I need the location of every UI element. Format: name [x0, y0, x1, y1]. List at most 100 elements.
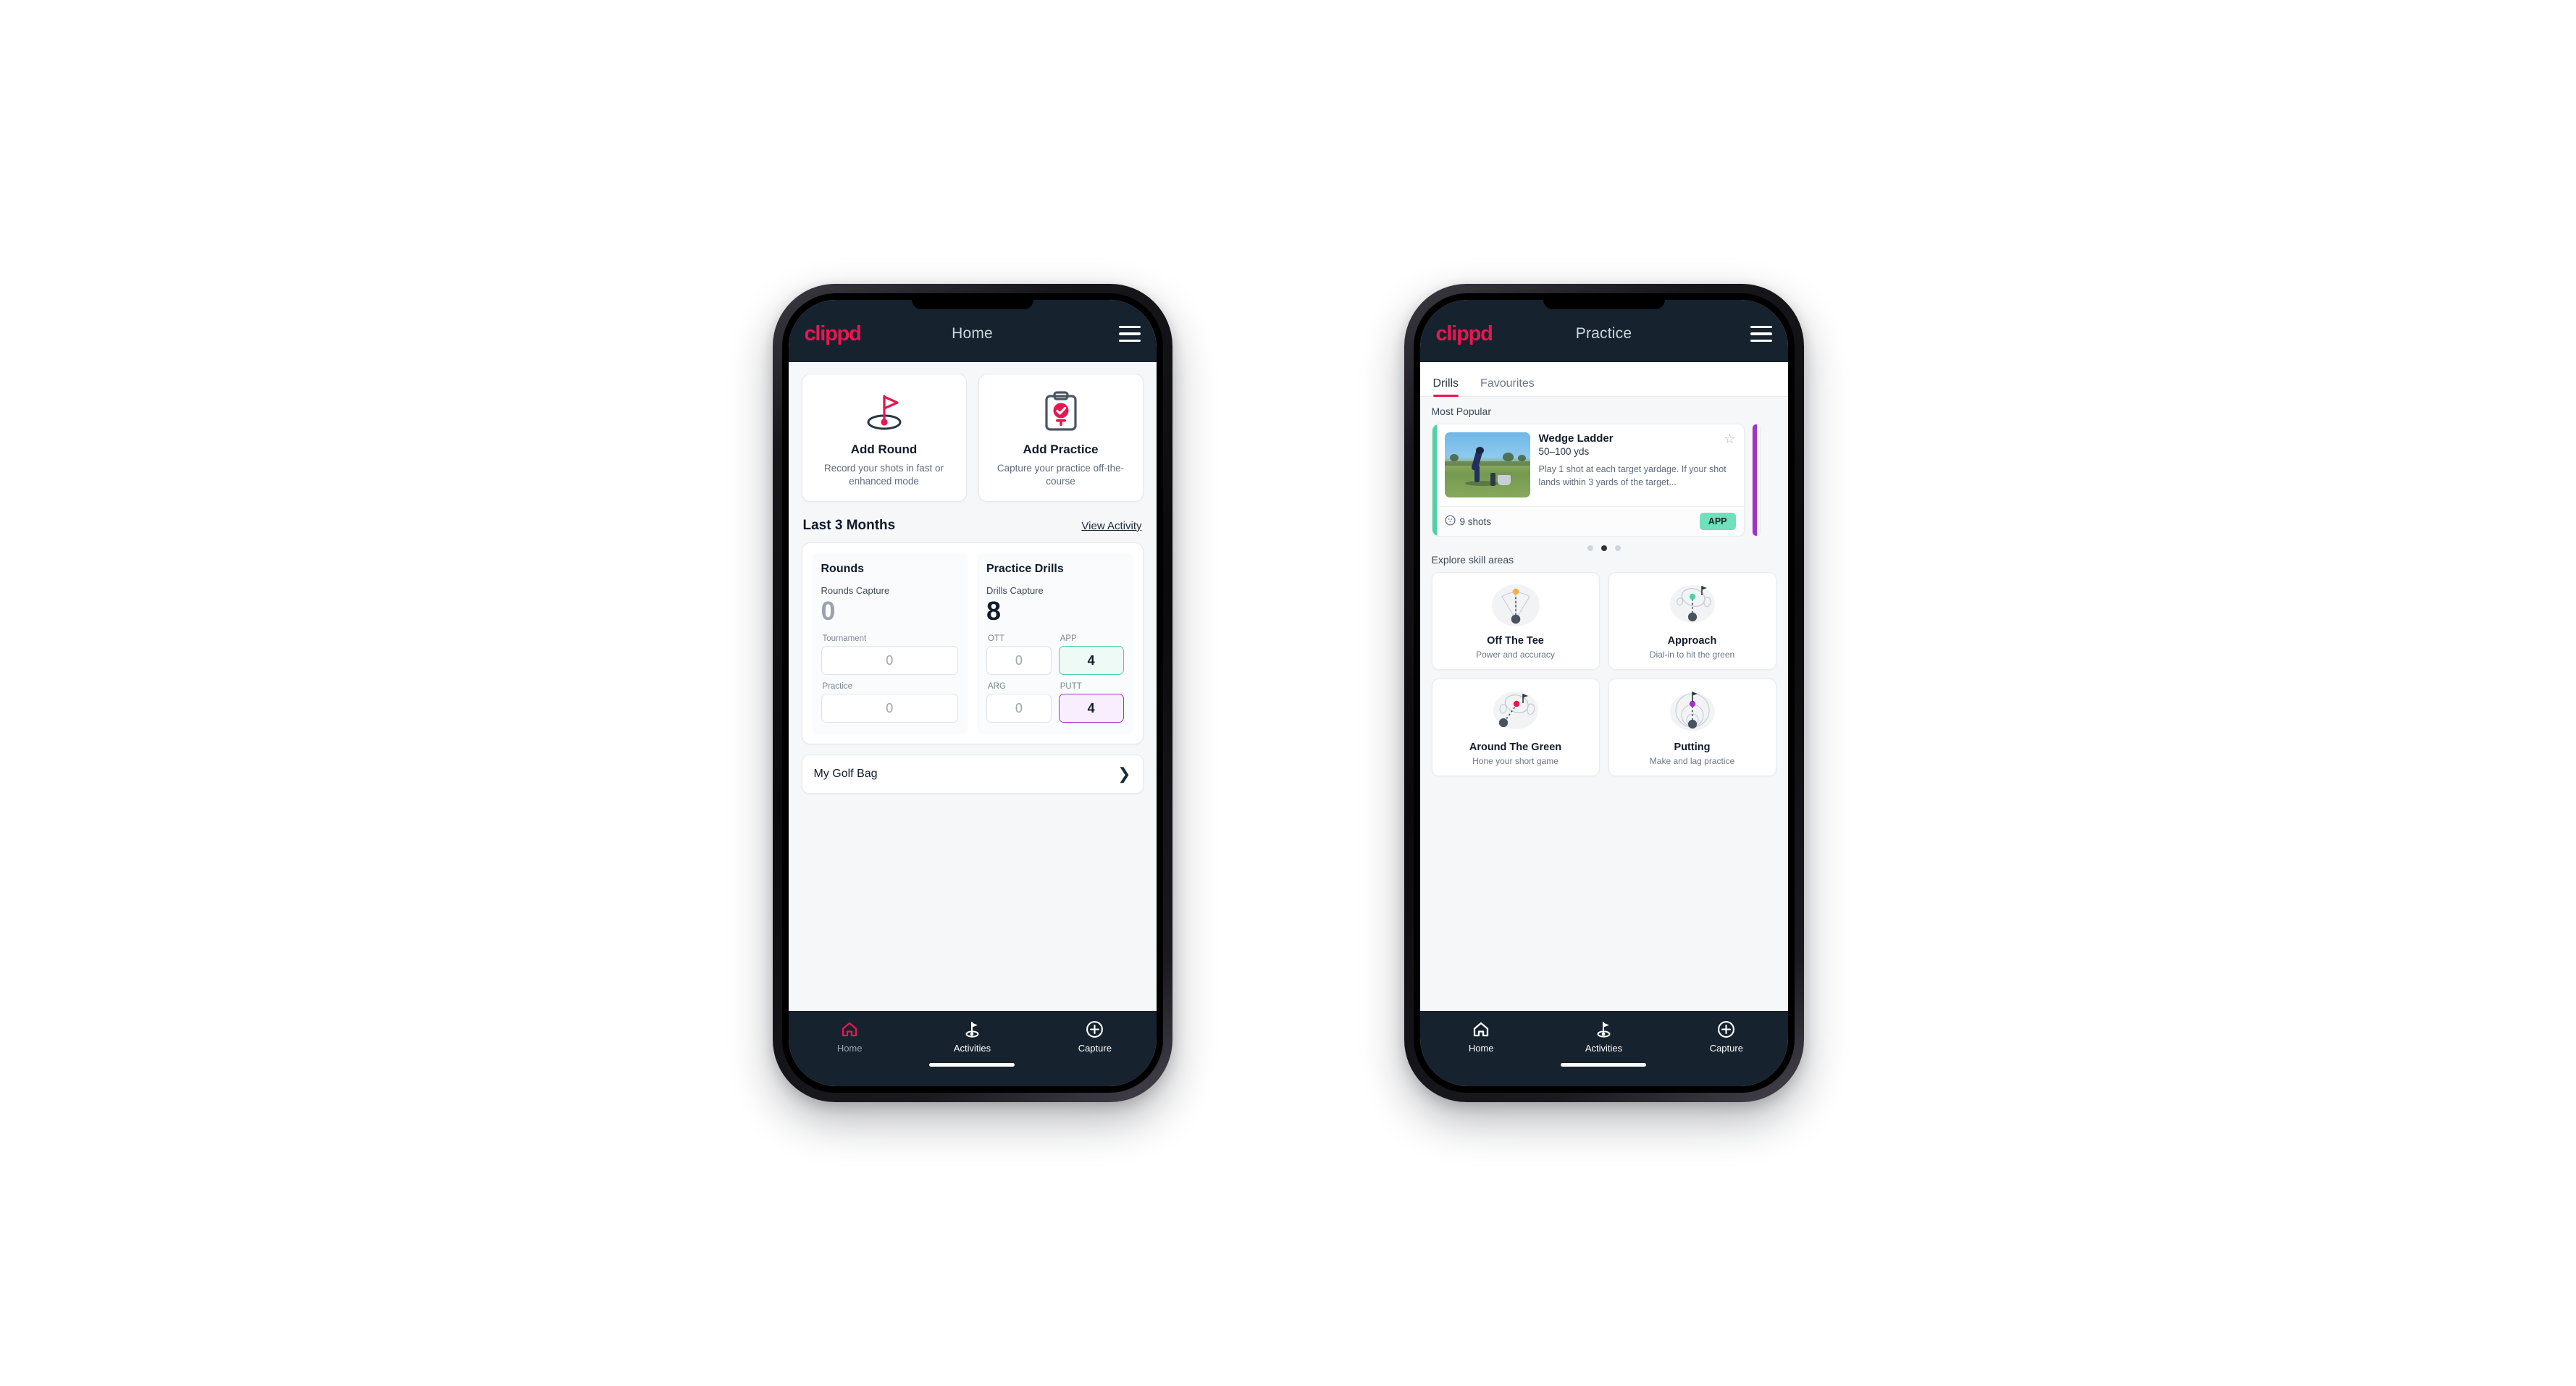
- nav-home[interactable]: Home: [789, 1020, 911, 1054]
- add-practice-subtitle: Capture your practice off-the-course: [997, 463, 1125, 487]
- drill-carousel[interactable]: Wedge Ladder 50–100 yds ☆ Play 1 shot at…: [1431, 424, 1776, 537]
- phone-practice-screen: clippd Practice Drills Favourites Most P…: [1419, 300, 1788, 1086]
- skill-card-putting[interactable]: Putting Make and lag practice: [1608, 679, 1776, 776]
- skill-areas-grid: Off The Tee Power and accuracy Approach …: [1431, 572, 1776, 776]
- nav-home[interactable]: Home: [1420, 1020, 1543, 1054]
- next-drill-accent-bar: [1752, 424, 1757, 536]
- view-activity-link[interactable]: View Activity: [1081, 520, 1141, 532]
- practice-content: Most Popular Wedge Ladder 50–100 yds ☆ P…: [1419, 397, 1788, 1011]
- stats-card: Rounds Rounds Capture 0 Tournament 0 Pra…: [801, 542, 1144, 745]
- most-popular-heading: Most Popular: [1431, 406, 1491, 417]
- skill-card-off-the-tee[interactable]: Off The Tee Power and accuracy: [1431, 572, 1600, 670]
- add-round-title: Add Round: [850, 442, 918, 456]
- skill-subtitle: Make and lag practice: [1649, 756, 1735, 766]
- clipboard-check-tee-icon: [988, 389, 1134, 434]
- carousel-dot-active[interactable]: [1600, 545, 1607, 551]
- carousel-dot[interactable]: [1587, 545, 1593, 551]
- drill-footer: 9 shots APP: [1436, 506, 1744, 536]
- last-3-months-header: Last 3 Months View Activity: [803, 518, 1142, 534]
- drill-yardage: 50–100 yds: [1538, 446, 1590, 457]
- putt-value[interactable]: 4: [1058, 694, 1124, 723]
- golf-flag-icon: [911, 1020, 1033, 1038]
- tournament-value[interactable]: 0: [821, 646, 958, 676]
- plus-circle-icon: [1665, 1020, 1787, 1038]
- star-outline-icon[interactable]: ☆: [1724, 432, 1735, 445]
- off-the-tee-fan-icon: [1438, 581, 1593, 629]
- drill-card-next-peek[interactable]: [1751, 424, 1761, 537]
- add-round-card[interactable]: Add Round Record your shots in fast or e…: [801, 374, 967, 502]
- golf-ball-icon: [1444, 515, 1456, 528]
- tab-favourites[interactable]: Favourites: [1480, 377, 1545, 396]
- nav-home-label: Home: [1468, 1043, 1494, 1054]
- skill-title: Around The Green: [1469, 742, 1562, 753]
- app-value[interactable]: 4: [1058, 646, 1124, 676]
- drills-capture-value: 8: [986, 595, 1002, 626]
- screenshot-canvas: clippd Home Add Round Record your shots …: [0, 0, 2576, 1386]
- arg-value[interactable]: 0: [986, 694, 1052, 723]
- chevron-right-icon: ❯: [1117, 765, 1131, 784]
- ott-label: OTT: [988, 634, 1004, 644]
- home-content: Add Round Record your shots in fast or e…: [788, 362, 1157, 1011]
- drill-thumbnail: [1444, 432, 1530, 497]
- golf-flag-pin-icon: [811, 389, 957, 434]
- approach-green-icon: [1615, 581, 1770, 629]
- phone-practice-bezel: clippd Practice Drills Favourites Most P…: [1413, 293, 1795, 1093]
- nav-activities[interactable]: Activities: [911, 1020, 1033, 1067]
- home-icon: [1420, 1020, 1543, 1038]
- skill-areas-heading: Explore skill areas: [1431, 554, 1514, 566]
- add-practice-title: Add Practice: [1023, 442, 1099, 456]
- practice-bottom-nav: Home Activities Capture: [1419, 1011, 1788, 1086]
- practice-value[interactable]: 0: [821, 694, 958, 723]
- nav-capture[interactable]: Capture: [1665, 1020, 1787, 1054]
- phone-notch: [911, 300, 1033, 309]
- carousel-dot[interactable]: [1614, 545, 1621, 551]
- skill-subtitle: Dial-in to hit the green: [1649, 650, 1735, 660]
- drill-shots: 9 shots: [1444, 515, 1492, 528]
- arg-label: ARG: [988, 682, 1006, 692]
- nav-activities-label: Activities: [953, 1043, 991, 1054]
- phone-home: clippd Home Add Round Record your shots …: [772, 284, 1172, 1102]
- add-round-subtitle: Record your shots in fast or enhanced mo…: [823, 463, 944, 487]
- drill-card-wedge-ladder[interactable]: Wedge Ladder 50–100 yds ☆ Play 1 shot at…: [1431, 424, 1745, 537]
- tournament-label: Tournament: [822, 634, 867, 644]
- nav-home-label: Home: [836, 1043, 863, 1054]
- nav-capture-label: Capture: [1709, 1043, 1743, 1054]
- section-title: Last 3 Months: [802, 517, 896, 533]
- tab-drills[interactable]: Drills: [1432, 377, 1469, 397]
- practice-label: Practice: [822, 682, 853, 692]
- skill-card-around-the-green[interactable]: Around The Green Hone your short game: [1431, 679, 1600, 776]
- drill-shots-label: 9 shots: [1459, 516, 1492, 527]
- phone-home-bezel: clippd Home Add Round Record your shots …: [781, 293, 1163, 1093]
- clippd-logo[interactable]: clippd: [805, 318, 862, 345]
- golf-flag-icon: [1543, 1020, 1665, 1038]
- nav-active-underline: [929, 1063, 1015, 1067]
- putting-rings-icon: [1615, 688, 1770, 736]
- phone-home-screen: clippd Home Add Round Record your shots …: [788, 300, 1157, 1086]
- hamburger-icon[interactable]: [1118, 326, 1141, 342]
- nav-active-underline: [1561, 1063, 1647, 1067]
- drill-skill-badge: APP: [1699, 513, 1736, 530]
- app-label: APP: [1060, 634, 1077, 644]
- my-golf-bag-label: My Golf Bag: [813, 768, 878, 781]
- nav-capture[interactable]: Capture: [1033, 1020, 1156, 1054]
- phone-notch: [1543, 300, 1665, 309]
- ott-value[interactable]: 0: [986, 646, 1052, 676]
- my-golf-bag-row[interactable]: My Golf Bag ❯: [801, 755, 1144, 794]
- plus-circle-icon: [1033, 1020, 1156, 1038]
- nav-activities[interactable]: Activities: [1543, 1020, 1665, 1067]
- rounds-heading: Rounds: [821, 562, 865, 575]
- hamburger-icon[interactable]: [1750, 326, 1772, 342]
- rounds-capture-label: Rounds Capture: [821, 584, 890, 596]
- clippd-logo[interactable]: clippd: [1436, 318, 1493, 345]
- putt-label: PUTT: [1060, 682, 1082, 692]
- nav-activities-label: Activities: [1585, 1043, 1623, 1054]
- around-the-green-icon: [1438, 688, 1593, 736]
- drill-title: Wedge Ladder: [1538, 432, 1614, 445]
- home-icon: [789, 1020, 911, 1038]
- home-bottom-nav: Home Activities Capture: [788, 1011, 1157, 1086]
- add-practice-card[interactable]: Add Practice Capture your practice off-t…: [978, 374, 1144, 502]
- skill-card-approach[interactable]: Approach Dial-in to hit the green: [1608, 572, 1776, 670]
- skill-title: Off The Tee: [1487, 635, 1544, 647]
- quick-actions: Add Round Record your shots in fast or e…: [801, 374, 1144, 502]
- drills-column: Practice Drills Drills Capture 8 OTT 0 A…: [977, 552, 1133, 735]
